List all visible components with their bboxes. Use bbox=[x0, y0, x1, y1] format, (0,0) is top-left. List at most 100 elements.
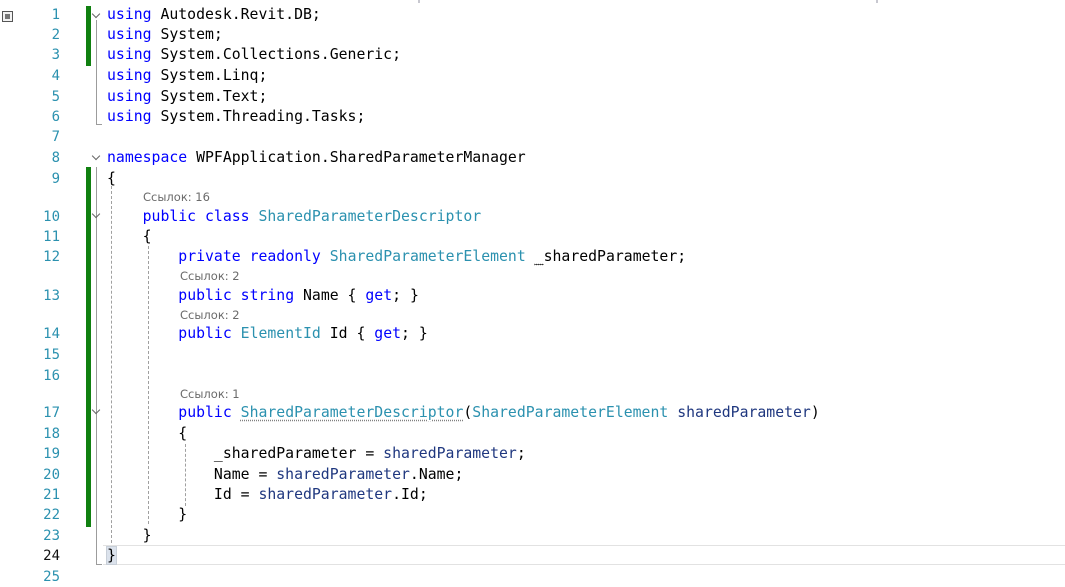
code-text: System.Linq; bbox=[151, 67, 268, 84]
text-caret bbox=[115, 546, 117, 563]
keyword: public bbox=[178, 287, 232, 304]
keyword: using bbox=[107, 88, 152, 105]
parameter-name: sharedParameter bbox=[258, 486, 393, 503]
line-number: 12 bbox=[43, 249, 60, 265]
line-number: 20 bbox=[43, 467, 60, 483]
outline-namespace bbox=[96, 167, 97, 564]
keyword: public bbox=[142, 208, 197, 225]
code-text: Name { bbox=[294, 287, 366, 304]
code-text: ; } bbox=[392, 287, 419, 304]
scroll-marker bbox=[418, 0, 420, 3]
parameter-name: sharedParameter bbox=[677, 404, 811, 421]
code-text: .Name; bbox=[409, 466, 464, 483]
code-text: Autodesk.Revit.DB; bbox=[151, 6, 321, 23]
current-line-highlight bbox=[103, 545, 1065, 565]
references-codelens[interactable]: Ссылок: 2 bbox=[180, 269, 240, 283]
line-number: 25 bbox=[43, 569, 60, 585]
keyword: class bbox=[205, 208, 250, 225]
keyword: using bbox=[107, 108, 152, 125]
scroll-marker bbox=[876, 0, 878, 3]
keyword: readonly bbox=[249, 248, 321, 265]
line-number: 16 bbox=[43, 368, 60, 384]
line-number: 15 bbox=[43, 347, 60, 363]
change-bar-saved bbox=[86, 6, 91, 66]
line-number: 2 bbox=[51, 27, 60, 43]
outline-using-block bbox=[96, 20, 97, 124]
change-bar-saved bbox=[86, 167, 91, 527]
keyword: string bbox=[240, 287, 295, 304]
code-text: Id = bbox=[213, 486, 259, 503]
keyword: using bbox=[107, 6, 152, 23]
code-text: System; bbox=[151, 26, 223, 43]
line-number: 18 bbox=[43, 426, 60, 442]
code-text: System.Text; bbox=[151, 88, 268, 105]
code-text: { bbox=[142, 228, 152, 245]
type-name: SharedParameterDescriptor bbox=[240, 404, 464, 421]
code-text: { bbox=[178, 425, 188, 442]
line-number: 1 bbox=[51, 7, 60, 23]
code-text: Id { bbox=[320, 325, 375, 342]
line-number: 11 bbox=[43, 229, 60, 245]
parameter-name: sharedParameter bbox=[383, 445, 517, 462]
parameter-name: sharedParameter bbox=[276, 466, 410, 483]
fold-chevron-icon[interactable] bbox=[92, 152, 102, 162]
keyword: public bbox=[178, 404, 232, 421]
line-number: 22 bbox=[43, 507, 60, 523]
references-codelens[interactable]: Ссылок: 1 bbox=[180, 387, 240, 401]
keyword: get bbox=[365, 287, 393, 304]
code-text: Name = bbox=[213, 466, 277, 483]
line-number: 7 bbox=[51, 129, 60, 145]
keyword: public bbox=[178, 325, 232, 342]
suggestion-squiggle[interactable]: _ bbox=[535, 248, 544, 265]
fold-chevron-icon[interactable] bbox=[92, 10, 102, 20]
code-text: } bbox=[142, 527, 152, 544]
type-name: SharedParameterElement bbox=[329, 248, 526, 265]
keyword: using bbox=[107, 46, 152, 63]
line-number: 5 bbox=[51, 89, 60, 105]
keyword: get bbox=[374, 325, 402, 342]
breakpoint-margin-icon[interactable] bbox=[2, 11, 13, 22]
line-number: 9 bbox=[51, 171, 60, 187]
line-number: 17 bbox=[43, 405, 60, 421]
keyword: using bbox=[107, 67, 152, 84]
references-codelens[interactable]: Ссылок: 16 bbox=[143, 190, 210, 204]
outline-namespace-end bbox=[96, 564, 102, 565]
line-number: 4 bbox=[51, 68, 60, 84]
code-text: sharedParameter; bbox=[543, 248, 687, 265]
code-text: ) bbox=[810, 404, 820, 421]
code-text: ( bbox=[463, 404, 473, 421]
line-number: 23 bbox=[43, 528, 60, 544]
line-number: 19 bbox=[43, 446, 60, 462]
fold-chevron-icon[interactable] bbox=[92, 210, 102, 220]
keyword: using bbox=[107, 26, 152, 43]
code-text: ; } bbox=[401, 325, 428, 342]
line-number: 24 bbox=[43, 548, 60, 564]
code-text: } bbox=[178, 506, 188, 523]
line-number: 14 bbox=[43, 326, 60, 342]
code-text: _sharedParameter = bbox=[213, 445, 384, 462]
line-number: 13 bbox=[43, 288, 60, 304]
line-number: 6 bbox=[51, 109, 60, 125]
code-text: { bbox=[107, 170, 116, 187]
matched-brace: } bbox=[106, 546, 117, 565]
line-number: 21 bbox=[43, 487, 60, 503]
code-text: WPFApplication.SharedParameterManager bbox=[187, 149, 526, 166]
keyword: private bbox=[178, 248, 241, 265]
code-text: ; bbox=[516, 445, 526, 462]
line-number: 3 bbox=[51, 47, 60, 63]
type-name: SharedParameterDescriptor bbox=[258, 208, 482, 225]
line-number: 8 bbox=[51, 150, 60, 166]
type-name: SharedParameterElement bbox=[472, 404, 669, 421]
code-text: .Id; bbox=[392, 486, 428, 503]
references-codelens[interactable]: Ссылок: 2 bbox=[180, 308, 240, 322]
fold-chevron-icon[interactable] bbox=[92, 406, 102, 416]
keyword: namespace bbox=[107, 149, 188, 166]
